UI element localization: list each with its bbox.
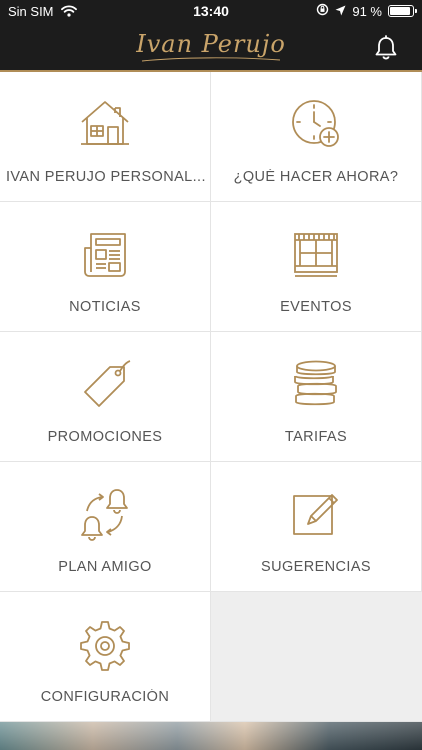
menu-label: ¿QUÉ HACER AHORA? [233,169,399,185]
menu-label: CONFIGURACIÓN [40,689,170,705]
menu-tile-friend-plan[interactable]: PLAN AMIGO [0,462,211,592]
clock-add-icon [211,96,421,152]
rotation-lock-icon [316,3,329,19]
bells-exchange-icon [0,486,210,542]
menu-tile-personal[interactable]: IVAN PERUJO PERSONAL... [0,72,211,202]
menu-tile-settings[interactable]: CONFIGURACIÓN [0,592,211,722]
location-arrow-icon [335,4,346,19]
house-icon [0,96,210,152]
menu-tile-promotions[interactable]: PROMOCIONES [0,332,211,462]
menu-label: SUGERENCIAS [261,559,371,575]
empty-tile [211,592,422,722]
status-bar: Sin SIM 13:40 91 % [0,0,422,24]
battery-percent: 91 % [352,3,382,19]
menu-label: EVENTOS [280,299,352,315]
menu-label: PLAN AMIGO [58,559,152,575]
price-tag-icon [0,356,210,412]
promo-photo-banner[interactable] [0,722,422,750]
brand-logo: Ivan Perujo [136,30,286,58]
menu-label: TARIFAS [284,429,348,445]
brand-underline [141,57,281,62]
notifications-bell-icon[interactable] [374,35,398,66]
menu-label: IVAN PERUJO PERSONAL... [6,169,206,185]
newspaper-icon [0,226,210,282]
battery-icon [388,5,417,17]
menu-label: PROMOCIONES [47,429,163,445]
menu-label: NOTICIAS [69,299,141,315]
edit-note-icon [211,486,421,542]
coins-stack-icon [211,356,421,412]
menu-tile-rates[interactable]: TARIFAS [211,332,422,462]
menu-tile-suggestions[interactable]: SUGERENCIAS [211,462,422,592]
menu-tile-news[interactable]: NOTICIAS [0,202,211,332]
calendar-grid-icon [211,226,421,282]
app-header: Ivan Perujo [0,24,422,72]
menu-tile-events[interactable]: EVENTOS [211,202,422,332]
menu-tile-what-now[interactable]: ¿QUÉ HACER AHORA? [211,72,422,202]
gear-icon [0,616,210,672]
menu-grid: IVAN PERUJO PERSONAL... ¿QUÉ HACER AHORA… [0,72,422,722]
status-right-group: 91 % [316,3,417,19]
